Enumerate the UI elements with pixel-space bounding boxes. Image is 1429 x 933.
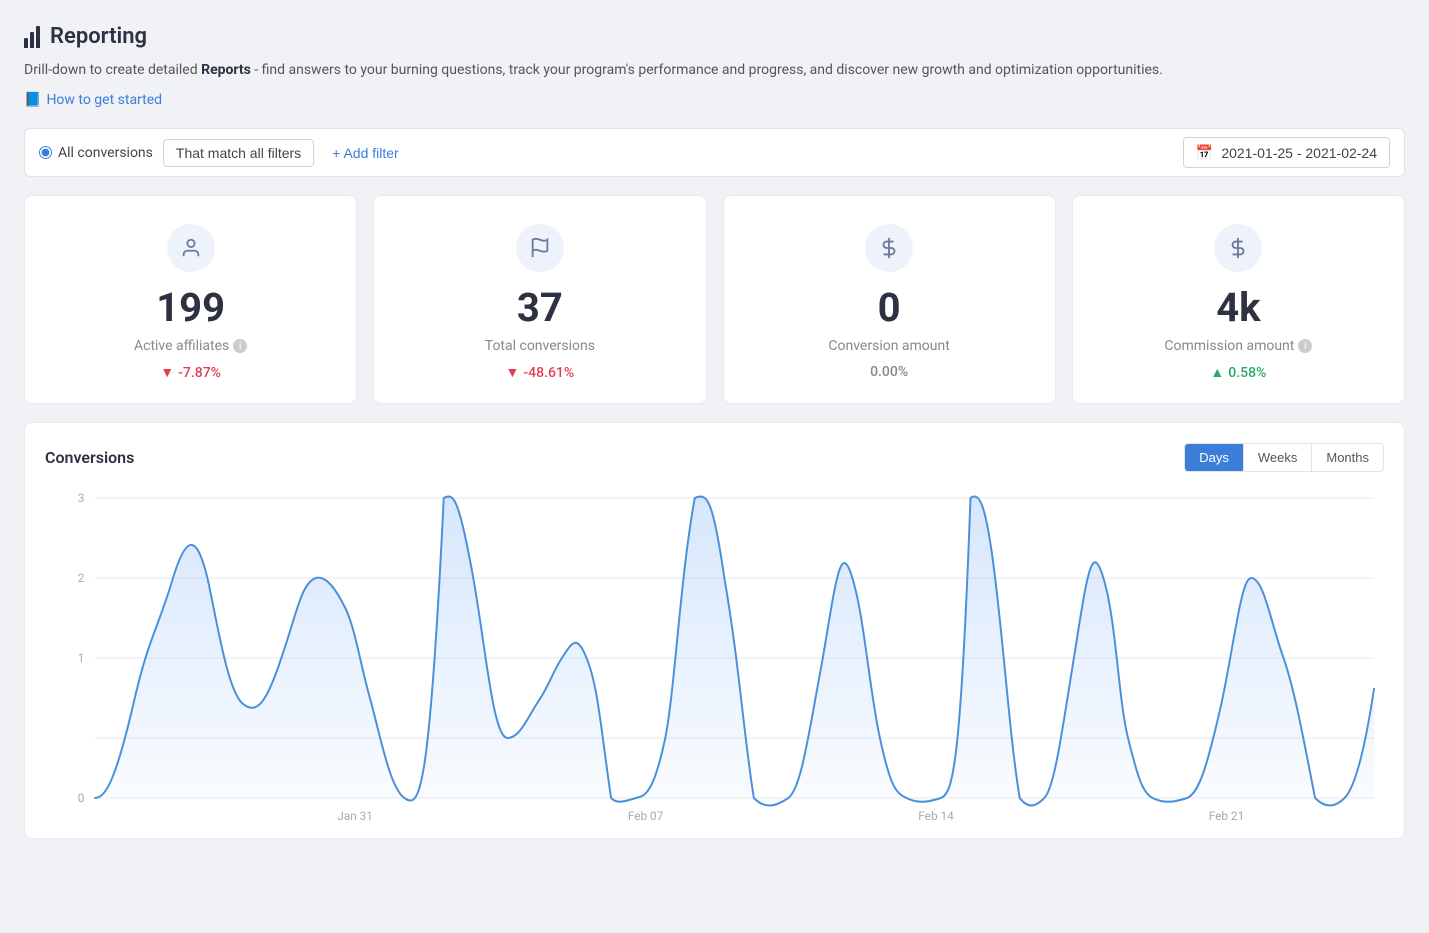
svg-text:2: 2 <box>78 571 85 585</box>
all-conversions-label: All conversions <box>58 145 153 161</box>
svg-text:Feb 21: Feb 21 <box>1209 809 1244 823</box>
chart-title: Conversions <box>45 448 134 467</box>
down-arrow-icon: ▼ <box>506 364 520 381</box>
affiliates-value: 199 <box>156 286 225 330</box>
page-title-row: Reporting <box>24 24 1405 49</box>
add-filter-button[interactable]: + Add filter <box>324 140 407 166</box>
svg-text:1: 1 <box>78 651 85 665</box>
affiliates-icon <box>167 224 215 272</box>
conv-amount-label: Conversion amount <box>828 338 949 354</box>
metric-card-conv-amount: 0 Conversion amount 0.00% <box>723 195 1056 404</box>
commission-change: ▲ 0.58% <box>1210 364 1266 381</box>
days-button[interactable]: Days <box>1185 444 1244 471</box>
conversions-change: ▼ -48.61% <box>506 364 575 381</box>
book-icon: 📘 <box>24 92 41 108</box>
all-conversions-radio[interactable] <box>39 146 52 159</box>
reporting-icon <box>24 26 40 48</box>
affiliates-change: ▼ -7.87% <box>160 364 221 381</box>
metric-cards: 199 Active affiliates i ▼ -7.87% 37 Tota… <box>24 195 1405 404</box>
months-button[interactable]: Months <box>1312 444 1383 471</box>
description-bold: Reports <box>201 62 251 78</box>
description-suffix: - find answers to your burning questions… <box>251 62 1163 78</box>
conversions-icon <box>516 224 564 272</box>
page-description: Drill-down to create detailed Reports - … <box>24 59 1405 81</box>
weeks-button[interactable]: Weeks <box>1244 444 1313 471</box>
all-conversions-filter[interactable]: All conversions <box>39 145 153 161</box>
page-container: Reporting Drill-down to create detailed … <box>0 0 1429 839</box>
metric-card-affiliates: 199 Active affiliates i ▼ -7.87% <box>24 195 357 404</box>
metric-card-conversions: 37 Total conversions ▼ -48.61% <box>373 195 706 404</box>
commission-value: 4k <box>1216 286 1260 330</box>
conv-amount-value: 0 <box>878 286 901 330</box>
svg-text:3: 3 <box>78 491 85 505</box>
calendar-icon: 📅 <box>1196 144 1213 161</box>
chart-svg: 3 2 1 0 Jan 31 Feb 07 Feb 14 Feb 21 <box>45 488 1384 828</box>
header-section: Reporting Drill-down to create detailed … <box>24 24 1405 108</box>
commission-label: Commission amount i <box>1164 338 1312 354</box>
commission-info-icon[interactable]: i <box>1298 339 1312 353</box>
date-range-wrapper: 📅 2021-01-25 - 2021-02-24 <box>1183 137 1390 168</box>
conv-amount-icon <box>865 224 913 272</box>
metric-card-commission: 4k Commission amount i ▲ 0.58% <box>1072 195 1405 404</box>
page-title: Reporting <box>50 24 147 49</box>
affiliates-label: Active affiliates i <box>134 338 247 354</box>
commission-icon <box>1214 224 1262 272</box>
affiliates-info-icon[interactable]: i <box>233 339 247 353</box>
date-range-button[interactable]: 📅 2021-01-25 - 2021-02-24 <box>1183 137 1390 168</box>
svg-text:Feb 14: Feb 14 <box>918 809 954 823</box>
conversions-label: Total conversions <box>485 338 595 354</box>
svg-text:0: 0 <box>78 791 85 805</box>
svg-text:Jan 31: Jan 31 <box>337 809 373 823</box>
chart-section: Conversions Days Weeks Months <box>24 422 1405 839</box>
svg-text:Feb 07: Feb 07 <box>628 809 664 823</box>
description-prefix: Drill-down to create detailed <box>24 62 201 78</box>
match-filters-button[interactable]: That match all filters <box>163 139 314 167</box>
conv-amount-change: 0.00% <box>870 364 908 380</box>
how-to-label: How to get started <box>46 92 162 108</box>
chart-time-buttons: Days Weeks Months <box>1184 443 1384 472</box>
date-range-label: 2021-01-25 - 2021-02-24 <box>1221 145 1377 161</box>
chart-header: Conversions Days Weeks Months <box>45 443 1384 472</box>
conversions-value: 37 <box>517 286 563 330</box>
down-arrow-icon: ▼ <box>160 364 174 381</box>
chart-area: 3 2 1 0 Jan 31 Feb 07 Feb 14 Feb 21 <box>45 488 1384 828</box>
how-to-link[interactable]: 📘 How to get started <box>24 92 162 108</box>
up-arrow-icon: ▲ <box>1210 364 1224 381</box>
filter-bar: All conversions That match all filters +… <box>24 128 1405 177</box>
